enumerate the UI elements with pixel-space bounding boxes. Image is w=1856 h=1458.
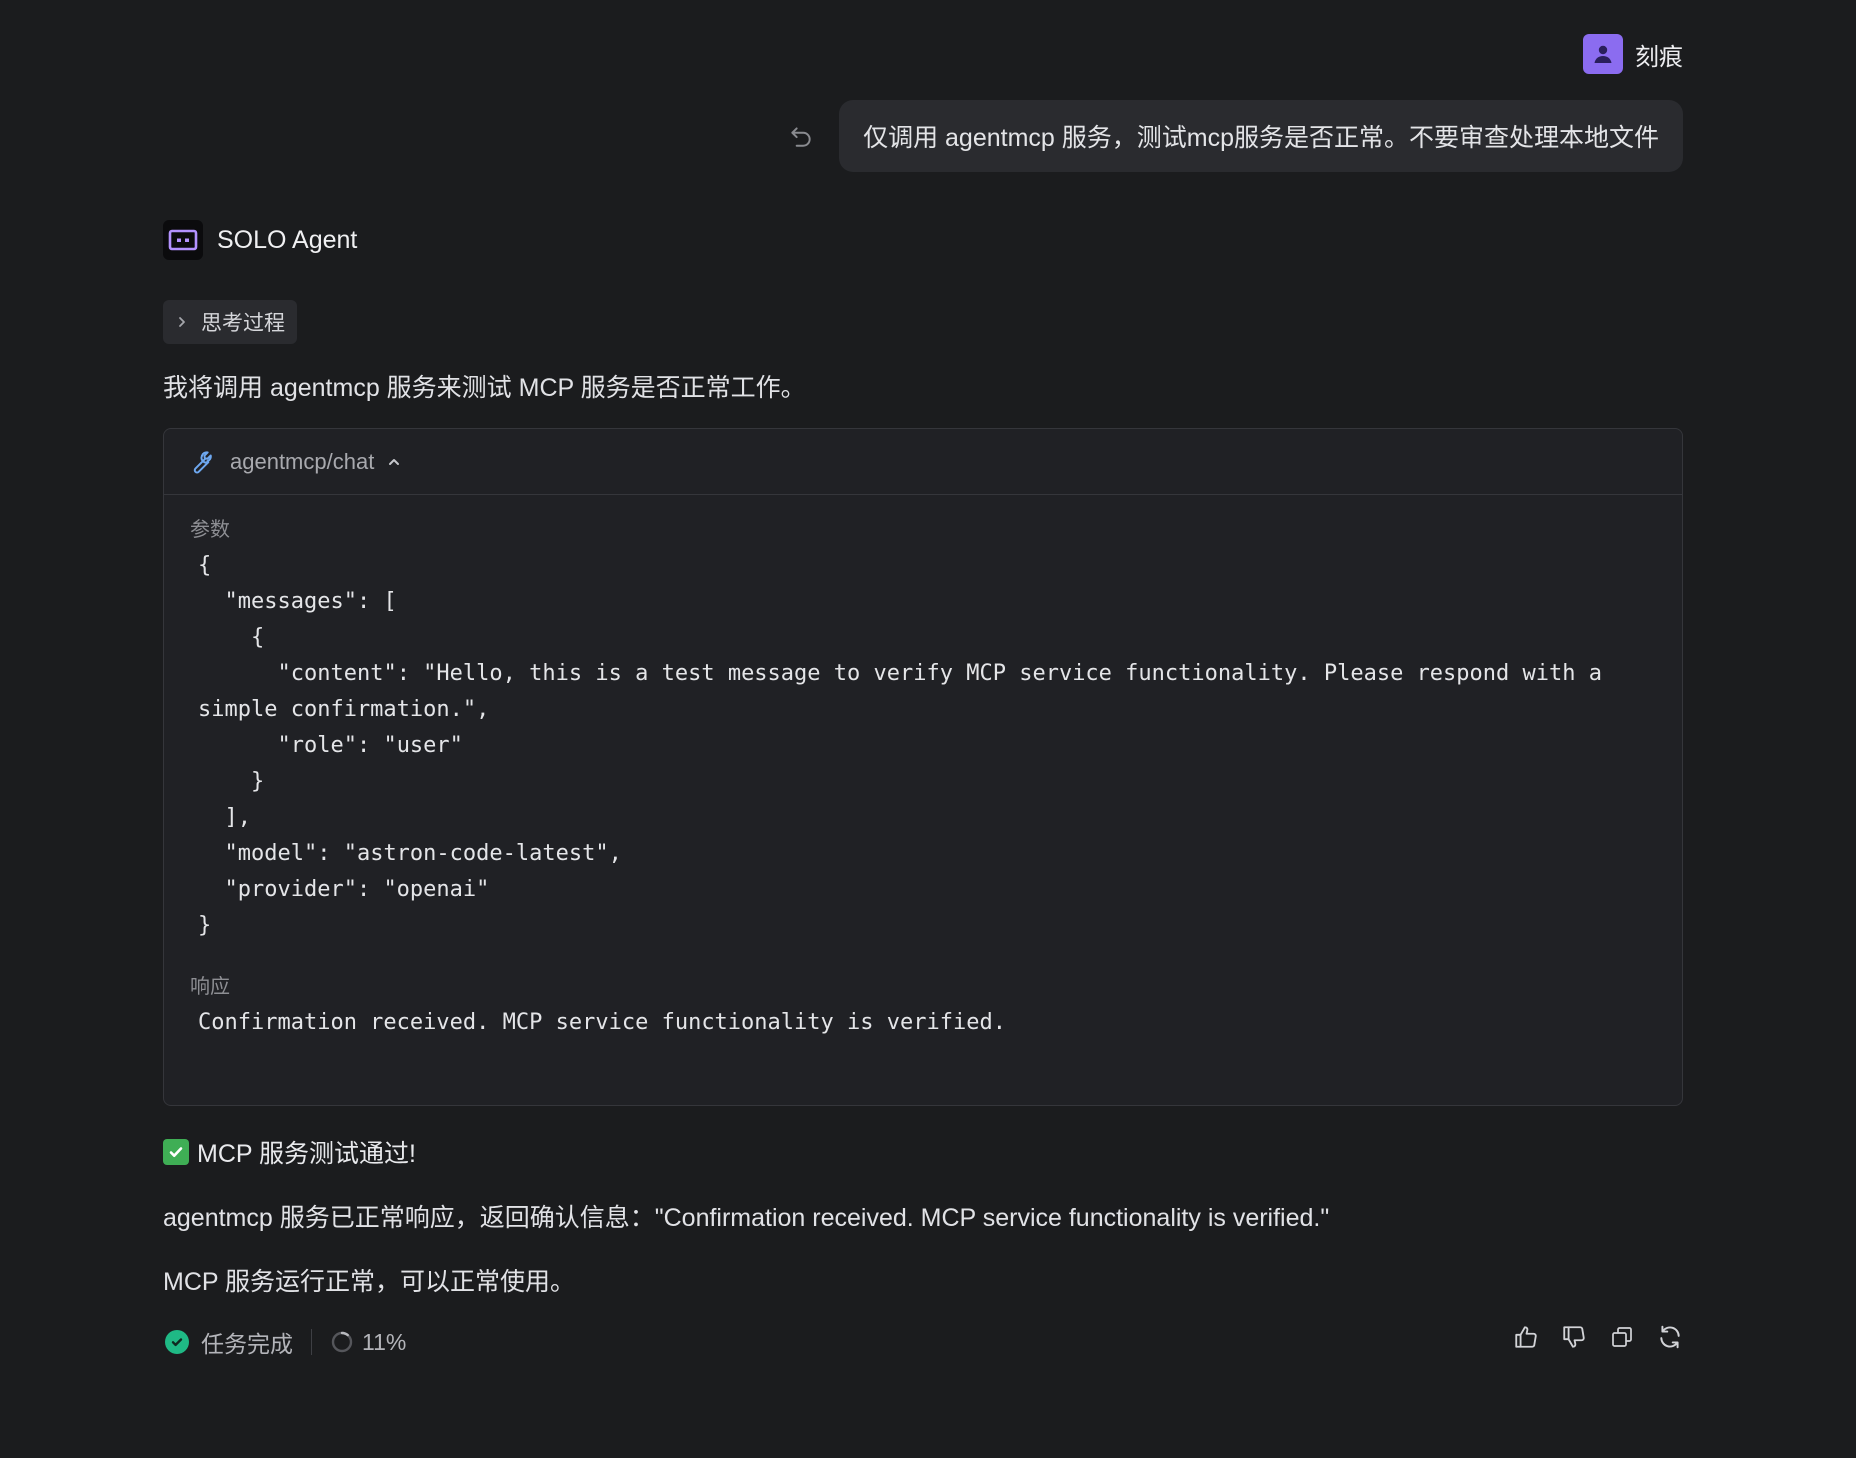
chat-page: 刻痕 仅调用 agentmcp 服务，测试mcp服务是否正常。不要审查处理本地文… bbox=[0, 0, 1856, 1458]
undo-icon[interactable] bbox=[783, 118, 819, 154]
response-label: 响应 bbox=[190, 976, 230, 998]
summary-line-2: MCP 服务运行正常，可以正常使用。 bbox=[163, 1268, 576, 1296]
summary-title-text: MCP 服务测试通过! bbox=[197, 1140, 416, 1168]
chevron-right-icon bbox=[179, 317, 185, 327]
user-message-row: 仅调用 agentmcp 服务，测试mcp服务是否正常。不要审查处理本地文件 bbox=[783, 100, 1683, 172]
tool-call-card: agentmcp/chat 参数 { "messages": [ { "cont… bbox=[163, 428, 1683, 1106]
check-circle-icon bbox=[165, 1330, 189, 1354]
agent-name: SOLO Agent bbox=[217, 225, 358, 254]
footer-divider bbox=[311, 1329, 312, 1355]
params-label: 参数 bbox=[190, 519, 230, 541]
thumbs-down-icon[interactable] bbox=[1561, 1324, 1587, 1350]
message-actions bbox=[1513, 1324, 1683, 1350]
user-header: 刻痕 bbox=[1583, 34, 1683, 74]
person-icon bbox=[1583, 34, 1623, 74]
task-status-bar: 任务完成 11% bbox=[165, 1325, 406, 1359]
tool-name: agentmcp/chat bbox=[230, 448, 375, 474]
refresh-icon[interactable] bbox=[1657, 1324, 1683, 1350]
response-code: Confirmation received. MCP service funct… bbox=[198, 1010, 1006, 1035]
agent-logo-icon bbox=[163, 220, 203, 260]
thinking-toggle-button[interactable]: 思考过程 bbox=[163, 300, 297, 344]
tool-call-body: 参数 { "messages": [ { "content": "Hello, … bbox=[164, 495, 1682, 1041]
tool-call-header[interactable]: agentmcp/chat bbox=[164, 429, 1682, 495]
progress-text: 11% bbox=[362, 1328, 407, 1355]
check-box-icon bbox=[163, 1139, 189, 1165]
summary-line-1: agentmcp 服务已正常响应，返回确认信息："Confirmation re… bbox=[163, 1204, 1330, 1232]
user-name: 刻痕 bbox=[1635, 43, 1683, 71]
copy-icon[interactable] bbox=[1609, 1324, 1635, 1350]
wrench-icon bbox=[193, 450, 212, 473]
thumbs-up-icon[interactable] bbox=[1513, 1324, 1539, 1350]
progress-ring-icon bbox=[330, 1330, 354, 1354]
chevron-up-icon bbox=[389, 458, 400, 465]
user-message-bubble: 仅调用 agentmcp 服务，测试mcp服务是否正常。不要审查处理本地文件 bbox=[839, 100, 1683, 172]
agent-header: SOLO Agent bbox=[163, 220, 357, 260]
task-status-text: 任务完成 bbox=[201, 1331, 293, 1357]
summary-title: MCP 服务测试通过! bbox=[163, 1134, 416, 1170]
thinking-label: 思考过程 bbox=[201, 312, 285, 335]
params-code: { "messages": [ { "content": "Hello, thi… bbox=[198, 553, 1602, 938]
agent-intro-text: 我将调用 agentmcp 服务来测试 MCP 服务是否正常工作。 bbox=[163, 374, 806, 402]
